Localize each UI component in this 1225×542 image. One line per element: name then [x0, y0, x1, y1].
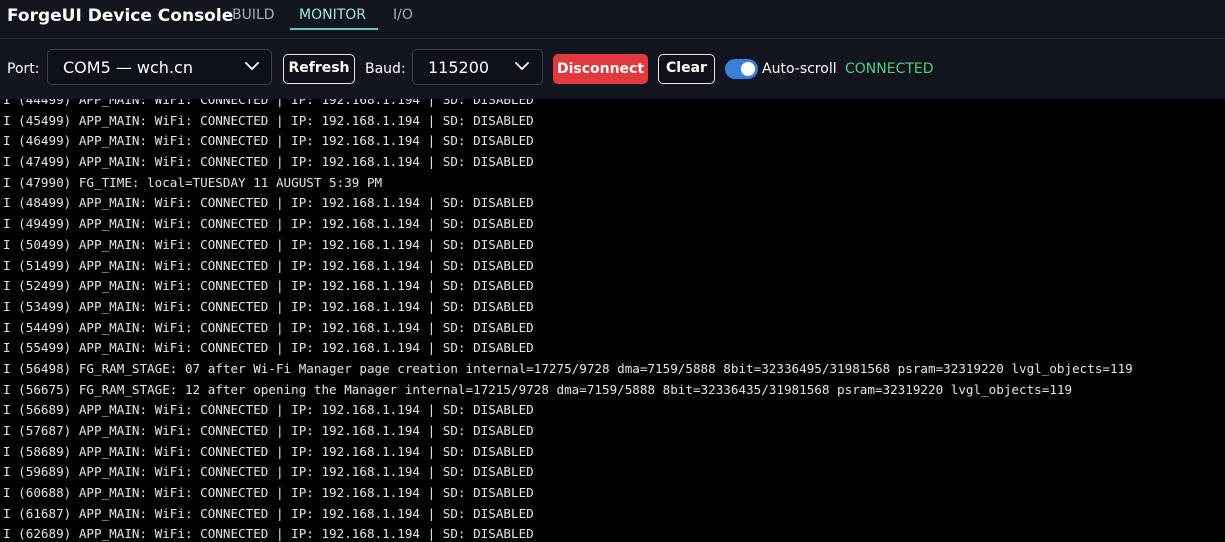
port-select-value: COM5 — wch.cn [63, 58, 193, 77]
chevron-down-icon [515, 62, 529, 70]
log-line: I (54499) APP_MAIN: WiFi: CONNECTED | IP… [3, 319, 534, 335]
log-line: I (47499) APP_MAIN: WiFi: CONNECTED | IP… [3, 154, 534, 170]
toggle-knob [741, 62, 755, 76]
log-line: I (55499) APP_MAIN: WiFi: CONNECTED | IP… [3, 340, 534, 356]
log-line: I (44499) APP_MAIN: WiFi: CONNECTED | IP… [3, 99, 534, 107]
refresh-button[interactable]: Refresh [283, 54, 355, 84]
log-line: I (46499) APP_MAIN: WiFi: CONNECTED | IP… [3, 133, 534, 149]
log-line: I (61687) APP_MAIN: WiFi: CONNECTED | IP… [3, 505, 534, 521]
tab-io[interactable]: I/O [393, 6, 413, 30]
top-bar: ForgeUI Device Console BUILD MONITOR I/O [0, 0, 1225, 39]
log-line: I (58689) APP_MAIN: WiFi: CONNECTED | IP… [3, 443, 534, 459]
auto-scroll-toggle[interactable] [725, 59, 758, 79]
log-line: I (62689) APP_MAIN: WiFi: CONNECTED | IP… [3, 526, 534, 542]
tab-monitor[interactable]: MONITOR [299, 6, 366, 30]
tab-build[interactable]: BUILD [232, 6, 275, 30]
log-line: I (60688) APP_MAIN: WiFi: CONNECTED | IP… [3, 485, 534, 501]
clear-button[interactable]: Clear [658, 54, 715, 84]
log-line: I (57687) APP_MAIN: WiFi: CONNECTED | IP… [3, 423, 534, 438]
app-title: ForgeUI Device Console [7, 6, 234, 26]
log-line: I (45499) APP_MAIN: WiFi: CONNECTED | IP… [3, 112, 534, 128]
log-line: I (47990) FG_TIME: local=TUESDAY 11 AUGU… [3, 174, 383, 190]
log-line: I (59689) APP_MAIN: WiFi: CONNECTED | IP… [3, 464, 534, 480]
log-line: I (48499) APP_MAIN: WiFi: CONNECTED | IP… [3, 195, 534, 211]
log-line: I (56689) APP_MAIN: WiFi: CONNECTED | IP… [3, 402, 534, 418]
auto-scroll-label: Auto-scroll [762, 61, 837, 77]
port-select[interactable]: COM5 — wch.cn [47, 49, 272, 85]
log-line: I (56498) FG_RAM_STAGE: 07 after Wi-Fi M… [3, 360, 1133, 376]
log-line: I (50499) APP_MAIN: WiFi: CONNECTED | IP… [3, 236, 534, 252]
log-lines: I (44499) APP_MAIN: WiFi: CONNECTED | IP… [3, 99, 1133, 542]
serial-log[interactable]: I (44499) APP_MAIN: WiFi: CONNECTED | IP… [0, 99, 1225, 542]
chevron-down-icon [245, 62, 259, 70]
log-line: I (49499) APP_MAIN: WiFi: CONNECTED | IP… [3, 216, 534, 232]
log-line: I (52499) APP_MAIN: WiFi: CONNECTED | IP… [3, 278, 534, 294]
baud-select-value: 115200 [428, 58, 490, 77]
log-line: I (56675) FG_RAM_STAGE: 12 after opening… [3, 381, 1073, 397]
baud-label: Baud: [365, 61, 406, 77]
baud-select[interactable]: 115200 [412, 49, 543, 85]
connection-status: CONNECTED [845, 61, 934, 77]
active-tab-indicator [290, 28, 378, 30]
log-line: I (51499) APP_MAIN: WiFi: CONNECTED | IP… [3, 257, 534, 273]
serial-toolbar: Port: COM5 — wch.cn Refresh Baud: 115200… [0, 39, 1225, 99]
port-label: Port: [7, 61, 40, 77]
log-line: I (53499) APP_MAIN: WiFi: CONNECTED | IP… [3, 298, 534, 314]
disconnect-button[interactable]: Disconnect [553, 54, 648, 84]
device-console-window: ForgeUI Device Console BUILD MONITOR I/O… [0, 0, 1225, 542]
